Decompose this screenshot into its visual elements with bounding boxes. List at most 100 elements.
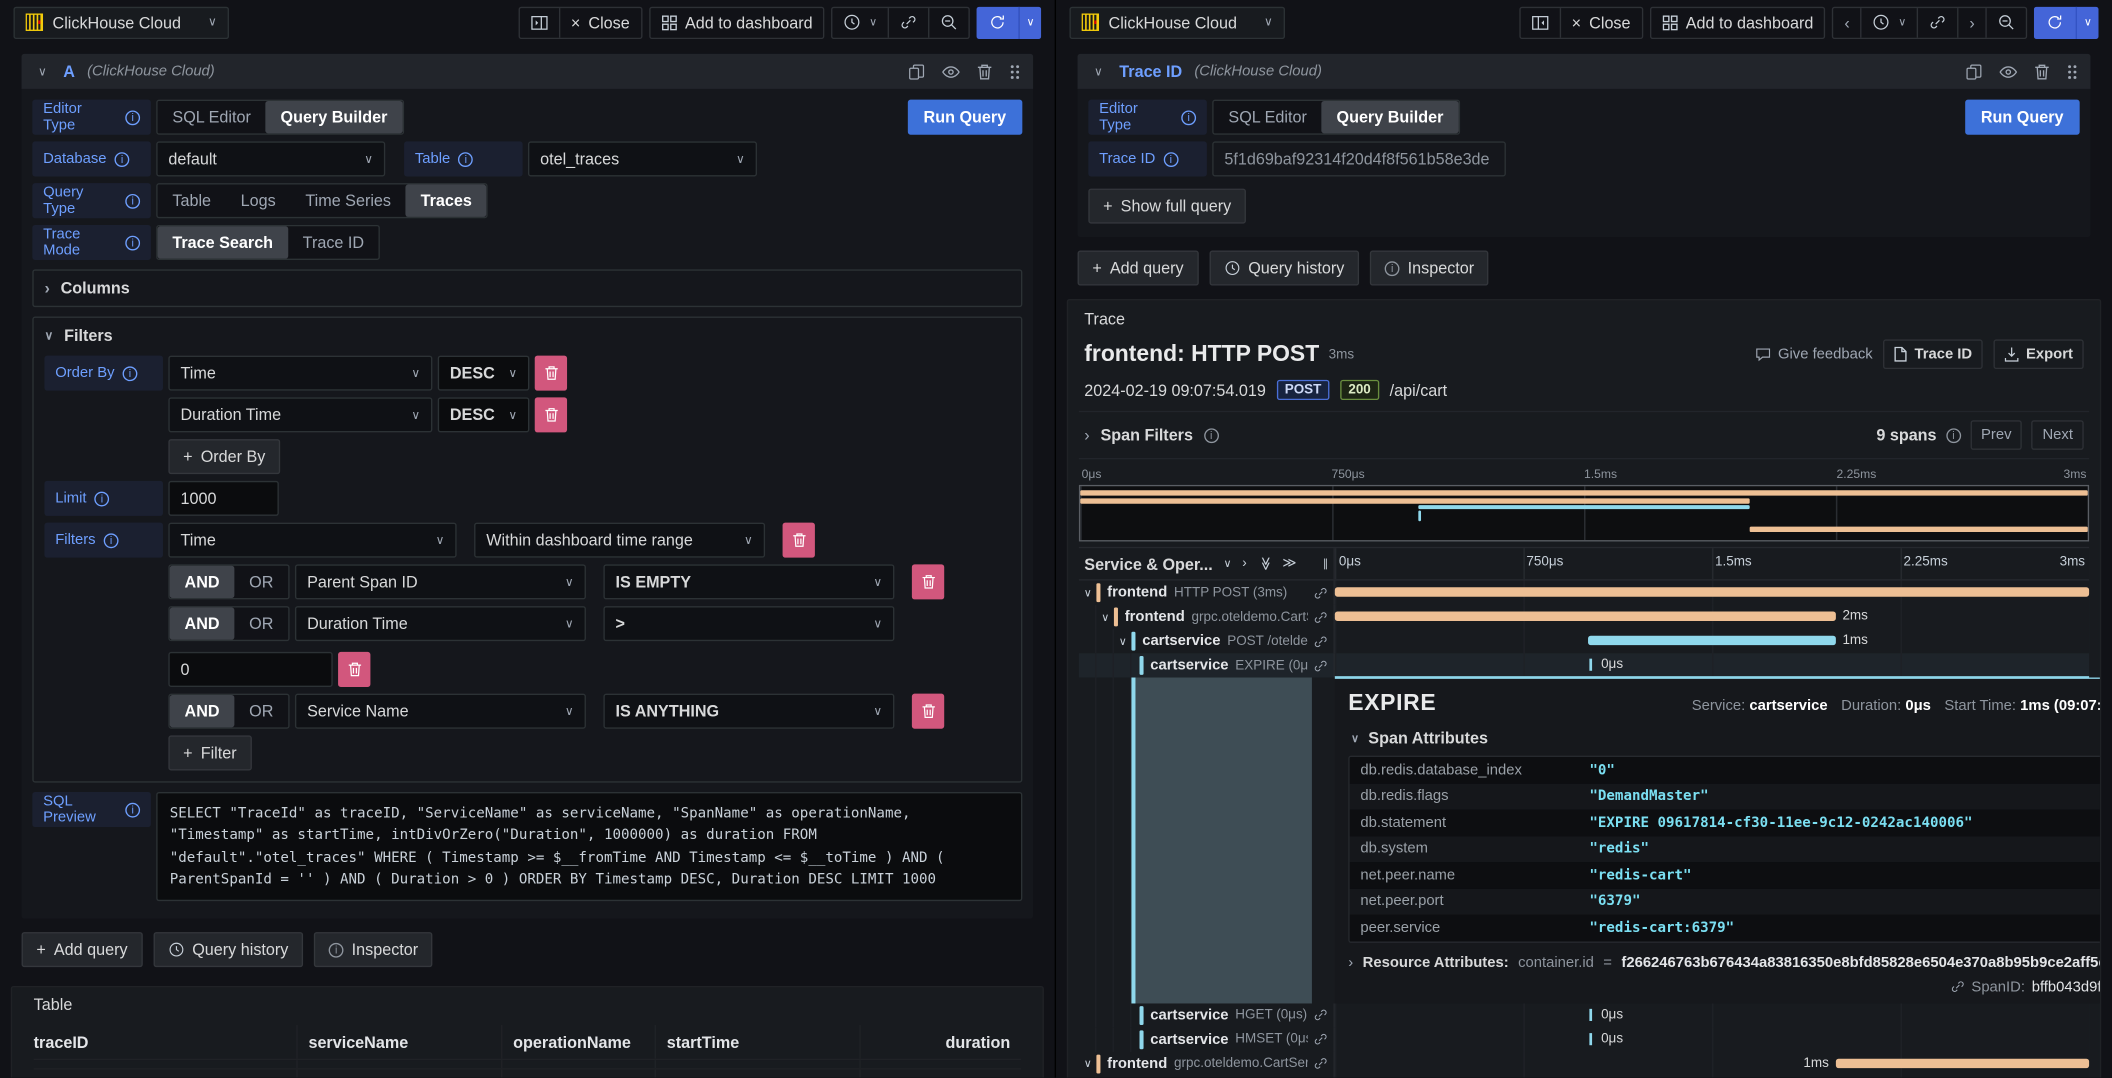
- query-editor-a-header[interactable]: ∨ A (ClickHouse Cloud): [22, 54, 1034, 89]
- query-editor-header[interactable]: ∨ Trace ID (ClickHouse Cloud): [1078, 54, 2091, 89]
- trace-id-input[interactable]: 5f1d69baf92314f20d4f8f561b58e3de: [1212, 141, 1506, 176]
- chevron-down-icon[interactable]: ∨: [1079, 1057, 1097, 1069]
- chevron-right-icon[interactable]: ›: [1084, 426, 1089, 445]
- split-pane-button[interactable]: [1520, 7, 1560, 37]
- remove-filter-button[interactable]: [783, 523, 815, 558]
- sql-editor-option[interactable]: SQL Editor: [158, 101, 266, 133]
- span-link-icon[interactable]: [1313, 585, 1328, 600]
- remove-filter-button[interactable]: [912, 564, 944, 599]
- span-row[interactable]: cartservice HMSET (0μs) 0μs: [1079, 1027, 2089, 1051]
- span-bar[interactable]: [1335, 612, 1837, 621]
- table-select[interactable]: otel_traces∨: [528, 141, 757, 176]
- run-query-button[interactable]: Run Query: [1965, 100, 2080, 135]
- add-filter-button[interactable]: +Filter: [168, 735, 251, 770]
- prev-span-button[interactable]: Prev: [1970, 420, 2022, 450]
- duplicate-query-icon[interactable]: [908, 63, 926, 81]
- expand-one-icon[interactable]: ›: [1242, 556, 1247, 571]
- span-tick[interactable]: [1590, 659, 1593, 671]
- trace-id-link[interactable]: 3c7074f085679976b07a79ef5476d802: [34, 1070, 298, 1078]
- add-to-dashboard-button[interactable]: Add to dashboard: [649, 6, 825, 38]
- and-option[interactable]: AND: [170, 566, 235, 598]
- trace-id-button[interactable]: Trace ID: [1883, 339, 1982, 369]
- add-query-button[interactable]: +Add query: [22, 932, 143, 967]
- time-shift-back-button[interactable]: ‹: [1834, 7, 1862, 37]
- collapse-icon[interactable]: ∨: [34, 64, 52, 79]
- trace-id-option[interactable]: Trace ID: [288, 226, 379, 258]
- span-row-selected[interactable]: cartservice EXPIRE (0μs) 0μs: [1079, 653, 2089, 677]
- export-button[interactable]: Export: [1994, 339, 2084, 369]
- time-picker-button[interactable]: ∨: [1862, 7, 1918, 37]
- query-history-button[interactable]: Query history: [1209, 251, 1359, 286]
- drag-handle-icon[interactable]: [2066, 63, 2078, 81]
- link-shorten-button[interactable]: [889, 7, 929, 37]
- expand-all-icon[interactable]: ≫: [1282, 556, 1296, 571]
- filter-op-select[interactable]: IS ANYTHING∨: [603, 694, 894, 729]
- column-resize-handle[interactable]: ∥: [1323, 558, 1328, 570]
- collapse-icon[interactable]: ∨: [1090, 64, 1108, 79]
- span-filters-label[interactable]: Span Filters: [1100, 426, 1193, 445]
- filter-value-input[interactable]: 0: [168, 652, 332, 687]
- database-select[interactable]: default∨: [156, 141, 385, 176]
- filters-section-header[interactable]: ∨Filters: [44, 326, 1010, 345]
- remove-order-by-button[interactable]: [535, 356, 567, 391]
- span-bar[interactable]: [1335, 587, 2089, 596]
- time-picker-button[interactable]: ∨: [833, 7, 889, 37]
- inspector-button[interactable]: Inspector: [314, 932, 433, 967]
- remove-filter-button[interactable]: [912, 694, 944, 729]
- attribute-row[interactable]: db.redis.database_index"0": [1350, 757, 2102, 783]
- remove-value-button[interactable]: [338, 652, 370, 687]
- filter-op-select[interactable]: >∨: [603, 606, 894, 641]
- span-row[interactable]: ∨ cartservice POST /oteldemo 0μs: [1079, 1076, 2089, 1078]
- attribute-row[interactable]: db.system"redis": [1350, 836, 2102, 862]
- chevron-down-icon[interactable]: ∨: [1096, 611, 1114, 623]
- table-row[interactable]: 3c7074f085679976b07a79ef5476d802 loadgen…: [34, 1070, 1021, 1078]
- or-option[interactable]: OR: [234, 566, 288, 598]
- attribute-row[interactable]: net.peer.port"6379": [1350, 888, 2102, 914]
- filter-field-select[interactable]: Parent Span ID∨: [295, 564, 586, 599]
- duplicate-query-icon[interactable]: [1965, 63, 1983, 81]
- span-row[interactable]: ∨ frontend grpc.oteldemo.CartSer 2ms: [1079, 605, 2089, 629]
- filter-time-field-select[interactable]: Time∨: [168, 523, 456, 558]
- chevron-down-icon[interactable]: ∨: [1079, 587, 1097, 599]
- order-by-dir-select-2[interactable]: DESC∨: [438, 397, 530, 432]
- give-feedback-link[interactable]: Give feedback: [1755, 346, 1873, 362]
- col-header[interactable]: startTime: [656, 1025, 861, 1059]
- col-header[interactable]: traceID: [34, 1025, 298, 1059]
- resource-attributes-row[interactable]: › Resource Attributes: container.id = f2…: [1348, 954, 2101, 970]
- remove-order-by-button-2[interactable]: [535, 397, 567, 432]
- span-tick[interactable]: [1590, 1008, 1593, 1020]
- datasource-picker[interactable]: ClickHouse Cloud ∨: [13, 6, 229, 38]
- refresh-interval-caret[interactable]: ∨: [2077, 6, 2098, 38]
- span-row[interactable]: ∨ cartservice POST /oteldemo 1ms: [1079, 629, 2089, 653]
- show-full-query-button[interactable]: +Show full query: [1088, 189, 1246, 224]
- remove-query-trash-icon[interactable]: [2034, 63, 2050, 81]
- service-operation-column-header[interactable]: Service & Oper...: [1084, 554, 1212, 573]
- time-shift-forward-button[interactable]: ›: [1959, 7, 1987, 37]
- query-builder-option[interactable]: Query Builder: [1322, 101, 1459, 133]
- chevron-down-icon[interactable]: ∨: [1114, 635, 1132, 647]
- next-span-button[interactable]: Next: [2032, 420, 2084, 450]
- chevron-down-icon[interactable]: ∨: [1224, 558, 1232, 570]
- col-header[interactable]: operationName: [502, 1025, 656, 1059]
- zoom-out-button[interactable]: [1987, 7, 2026, 37]
- filter-time-op-select[interactable]: Within dashboard time range∨: [474, 523, 765, 558]
- sql-editor-option[interactable]: SQL Editor: [1214, 101, 1322, 133]
- add-to-dashboard-button[interactable]: Add to dashboard: [1649, 6, 1825, 38]
- run-query-button[interactable]: Run Query: [907, 100, 1022, 135]
- trace-minimap[interactable]: 0μs 750μs 1.5ms 2.25ms 3ms: [1079, 467, 2089, 541]
- attribute-row[interactable]: net.peer.name"redis-cart": [1350, 862, 2102, 888]
- add-query-button[interactable]: +Add query: [1078, 251, 1199, 286]
- filter-field-select[interactable]: Duration Time∨: [295, 606, 586, 641]
- span-link-icon[interactable]: [1313, 658, 1328, 673]
- query-type-timeseries[interactable]: Time Series: [291, 185, 406, 217]
- run-query-split-button[interactable]: ∨: [2034, 6, 2098, 38]
- col-header[interactable]: serviceName: [298, 1025, 503, 1059]
- link-shorten-button[interactable]: [1918, 7, 1958, 37]
- col-header[interactable]: duration: [861, 1025, 1021, 1059]
- datasource-picker[interactable]: ClickHouse Cloud ∨: [1069, 6, 1285, 38]
- order-by-field-select-2[interactable]: Duration Time∨: [168, 397, 432, 432]
- span-row[interactable]: cartservice HGET (0μs) 0μs: [1079, 1003, 2089, 1027]
- span-link-icon[interactable]: [1313, 1008, 1328, 1023]
- close-pane-button[interactable]: × Close: [1561, 7, 1641, 37]
- span-link-icon[interactable]: [1313, 1032, 1328, 1047]
